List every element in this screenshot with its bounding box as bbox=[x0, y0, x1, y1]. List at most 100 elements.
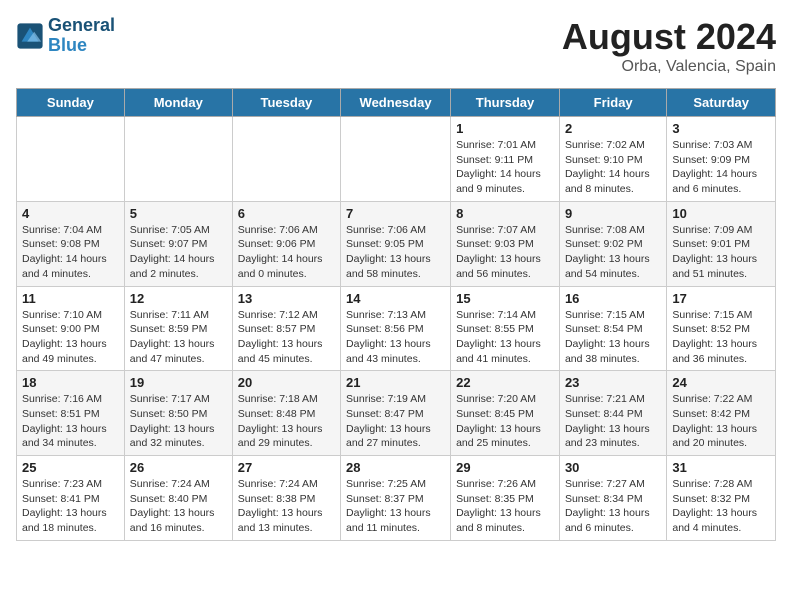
day-info: Sunrise: 7:13 AM Sunset: 8:56 PM Dayligh… bbox=[346, 308, 445, 367]
day-cell-30: 30 Sunrise: 7:27 AM Sunset: 8:34 PM Dayli… bbox=[559, 456, 666, 541]
day-cell-2: 2Sunrise: 7:02 AM Sunset: 9:10 PM Daylig… bbox=[559, 117, 666, 202]
day-cell-16: 16 Sunrise: 7:15 AM Sunset: 8:54 PM Dayli… bbox=[559, 286, 666, 371]
day-header-saturday: Saturday bbox=[667, 89, 776, 117]
logo-icon bbox=[16, 22, 44, 50]
week-row-4: 18 Sunrise: 7:16 AM Sunset: 8:51 PM Dayli… bbox=[17, 371, 776, 456]
day-info: Sunrise: 7:25 AM Sunset: 8:37 PM Dayligh… bbox=[346, 477, 445, 536]
day-cell-17: 17 Sunrise: 7:15 AM Sunset: 8:52 PM Dayli… bbox=[667, 286, 776, 371]
day-info: Sunrise: 7:27 AM Sunset: 8:34 PM Dayligh… bbox=[565, 477, 661, 536]
day-number: 12 bbox=[130, 291, 227, 306]
day-info: Sunrise: 7:06 AM Sunset: 9:06 PM Dayligh… bbox=[238, 223, 335, 282]
day-header-sunday: Sunday bbox=[17, 89, 125, 117]
day-info: Sunrise: 7:17 AM Sunset: 8:50 PM Dayligh… bbox=[130, 392, 227, 451]
day-cell-18: 18 Sunrise: 7:16 AM Sunset: 8:51 PM Dayli… bbox=[17, 371, 125, 456]
day-cell-8: 8Sunrise: 7:07 AM Sunset: 9:03 PM Daylig… bbox=[451, 201, 560, 286]
day-cell-1: 1 Sunrise: 7:01 AM Sunset: 9:11 PM Daylig… bbox=[451, 117, 560, 202]
day-number: 2 bbox=[565, 121, 661, 136]
day-info: Sunrise: 7:14 AM Sunset: 8:55 PM Dayligh… bbox=[456, 308, 554, 367]
day-header-monday: Monday bbox=[124, 89, 232, 117]
day-header-thursday: Thursday bbox=[451, 89, 560, 117]
day-info: Sunrise: 7:16 AM Sunset: 8:51 PM Dayligh… bbox=[22, 392, 119, 451]
day-number: 10 bbox=[672, 206, 770, 221]
day-cell-28: 28 Sunrise: 7:25 AM Sunset: 8:37 PM Dayli… bbox=[341, 456, 451, 541]
day-info: Sunrise: 7:28 AM Sunset: 8:32 PM Dayligh… bbox=[672, 477, 770, 536]
day-number: 6 bbox=[238, 206, 335, 221]
day-info: Sunrise: 7:24 AM Sunset: 8:38 PM Dayligh… bbox=[238, 477, 335, 536]
day-number: 21 bbox=[346, 375, 445, 390]
title-block: August 2024 Orba, Valencia, Spain bbox=[562, 16, 776, 76]
logo-text: General Blue bbox=[48, 16, 115, 56]
empty-cell bbox=[124, 117, 232, 202]
day-cell-24: 24Sunrise: 7:22 AM Sunset: 8:42 PM Dayli… bbox=[667, 371, 776, 456]
day-number: 30 bbox=[565, 460, 661, 475]
day-cell-21: 21 Sunrise: 7:19 AM Sunset: 8:47 PM Dayli… bbox=[341, 371, 451, 456]
day-cell-23: 23Sunrise: 7:21 AM Sunset: 8:44 PM Dayli… bbox=[559, 371, 666, 456]
day-number: 16 bbox=[565, 291, 661, 306]
day-number: 26 bbox=[130, 460, 227, 475]
day-number: 1 bbox=[456, 121, 554, 136]
day-number: 18 bbox=[22, 375, 119, 390]
day-cell-3: 3 Sunrise: 7:03 AM Sunset: 9:09 PM Daylig… bbox=[667, 117, 776, 202]
empty-cell bbox=[341, 117, 451, 202]
day-number: 15 bbox=[456, 291, 554, 306]
day-cell-7: 7 Sunrise: 7:06 AM Sunset: 9:05 PM Daylig… bbox=[341, 201, 451, 286]
day-info: Sunrise: 7:09 AM Sunset: 9:01 PM Dayligh… bbox=[672, 223, 770, 282]
week-row-2: 4Sunrise: 7:04 AM Sunset: 9:08 PM Daylig… bbox=[17, 201, 776, 286]
day-cell-25: 25 Sunrise: 7:23 AM Sunset: 8:41 PM Dayli… bbox=[17, 456, 125, 541]
day-number: 17 bbox=[672, 291, 770, 306]
day-cell-12: 12 Sunrise: 7:11 AM Sunset: 8:59 PM Dayli… bbox=[124, 286, 232, 371]
day-cell-15: 15 Sunrise: 7:14 AM Sunset: 8:55 PM Dayli… bbox=[451, 286, 560, 371]
day-header-wednesday: Wednesday bbox=[341, 89, 451, 117]
day-cell-11: 11 Sunrise: 7:10 AM Sunset: 9:00 PM Dayli… bbox=[17, 286, 125, 371]
week-row-3: 11 Sunrise: 7:10 AM Sunset: 9:00 PM Dayli… bbox=[17, 286, 776, 371]
day-info: Sunrise: 7:23 AM Sunset: 8:41 PM Dayligh… bbox=[22, 477, 119, 536]
day-number: 19 bbox=[130, 375, 227, 390]
day-cell-5: 5 Sunrise: 7:05 AM Sunset: 9:07 PM Daylig… bbox=[124, 201, 232, 286]
logo: General Blue bbox=[16, 16, 115, 56]
day-info: Sunrise: 7:11 AM Sunset: 8:59 PM Dayligh… bbox=[130, 308, 227, 367]
day-number: 11 bbox=[22, 291, 119, 306]
day-info: Sunrise: 7:08 AM Sunset: 9:02 PM Dayligh… bbox=[565, 223, 661, 282]
day-info: Sunrise: 7:01 AM Sunset: 9:11 PM Dayligh… bbox=[456, 138, 554, 197]
day-cell-19: 19 Sunrise: 7:17 AM Sunset: 8:50 PM Dayli… bbox=[124, 371, 232, 456]
week-row-1: 1 Sunrise: 7:01 AM Sunset: 9:11 PM Daylig… bbox=[17, 117, 776, 202]
empty-cell bbox=[17, 117, 125, 202]
day-info: Sunrise: 7:03 AM Sunset: 9:09 PM Dayligh… bbox=[672, 138, 770, 197]
day-cell-10: 10 Sunrise: 7:09 AM Sunset: 9:01 PM Dayli… bbox=[667, 201, 776, 286]
day-number: 31 bbox=[672, 460, 770, 475]
day-number: 4 bbox=[22, 206, 119, 221]
day-info: Sunrise: 7:15 AM Sunset: 8:52 PM Dayligh… bbox=[672, 308, 770, 367]
day-number: 27 bbox=[238, 460, 335, 475]
header-row: SundayMondayTuesdayWednesdayThursdayFrid… bbox=[17, 89, 776, 117]
logo-line1: General bbox=[48, 16, 115, 36]
day-cell-31: 31 Sunrise: 7:28 AM Sunset: 8:32 PM Dayli… bbox=[667, 456, 776, 541]
week-row-5: 25 Sunrise: 7:23 AM Sunset: 8:41 PM Dayli… bbox=[17, 456, 776, 541]
month-year: August 2024 bbox=[562, 16, 776, 58]
empty-cell bbox=[232, 117, 340, 202]
day-number: 22 bbox=[456, 375, 554, 390]
day-number: 13 bbox=[238, 291, 335, 306]
day-info: Sunrise: 7:15 AM Sunset: 8:54 PM Dayligh… bbox=[565, 308, 661, 367]
day-number: 5 bbox=[130, 206, 227, 221]
day-number: 25 bbox=[22, 460, 119, 475]
day-number: 7 bbox=[346, 206, 445, 221]
day-header-tuesday: Tuesday bbox=[232, 89, 340, 117]
day-info: Sunrise: 7:10 AM Sunset: 9:00 PM Dayligh… bbox=[22, 308, 119, 367]
day-number: 29 bbox=[456, 460, 554, 475]
day-cell-22: 22Sunrise: 7:20 AM Sunset: 8:45 PM Dayli… bbox=[451, 371, 560, 456]
day-number: 20 bbox=[238, 375, 335, 390]
day-cell-14: 14Sunrise: 7:13 AM Sunset: 8:56 PM Dayli… bbox=[341, 286, 451, 371]
day-number: 3 bbox=[672, 121, 770, 136]
day-info: Sunrise: 7:12 AM Sunset: 8:57 PM Dayligh… bbox=[238, 308, 335, 367]
day-info: Sunrise: 7:06 AM Sunset: 9:05 PM Dayligh… bbox=[346, 223, 445, 282]
day-info: Sunrise: 7:05 AM Sunset: 9:07 PM Dayligh… bbox=[130, 223, 227, 282]
day-number: 23 bbox=[565, 375, 661, 390]
day-number: 28 bbox=[346, 460, 445, 475]
day-info: Sunrise: 7:26 AM Sunset: 8:35 PM Dayligh… bbox=[456, 477, 554, 536]
day-info: Sunrise: 7:22 AM Sunset: 8:42 PM Dayligh… bbox=[672, 392, 770, 451]
logo-line2: Blue bbox=[48, 36, 115, 56]
day-info: Sunrise: 7:19 AM Sunset: 8:47 PM Dayligh… bbox=[346, 392, 445, 451]
day-cell-26: 26Sunrise: 7:24 AM Sunset: 8:40 PM Dayli… bbox=[124, 456, 232, 541]
day-cell-13: 13 Sunrise: 7:12 AM Sunset: 8:57 PM Dayli… bbox=[232, 286, 340, 371]
day-cell-27: 27 Sunrise: 7:24 AM Sunset: 8:38 PM Dayli… bbox=[232, 456, 340, 541]
